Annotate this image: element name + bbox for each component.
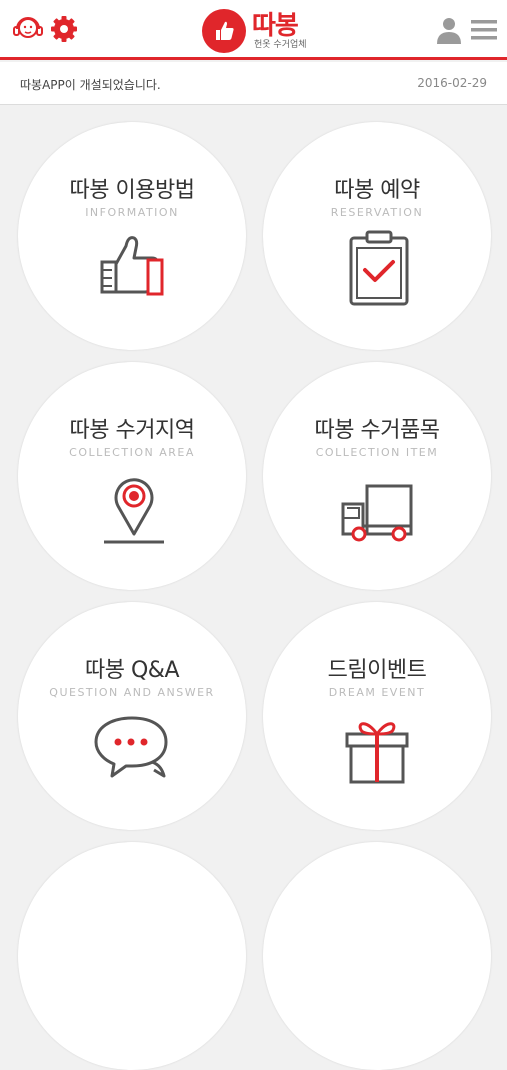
thumbs-up-logo-icon — [202, 9, 246, 53]
menu-title: 드림이벤트 — [327, 658, 427, 683]
hamburger-menu-icon[interactable] — [467, 10, 507, 50]
menu-title: 따봉 이용방법 — [69, 178, 195, 203]
menu-subtitle: COLLECTION AREA — [69, 446, 195, 459]
menu-qna[interactable]: 따봉 Q&A QUESTION AND ANSWER — [18, 602, 246, 830]
menu-item-partial[interactable] — [18, 842, 246, 1070]
menu-title: 따봉 수거품목 — [314, 418, 440, 443]
menu-subtitle: COLLECTION ITEM — [315, 446, 439, 459]
gear-icon[interactable] — [48, 10, 88, 50]
menu-subtitle: DREAM EVENT — [328, 686, 426, 699]
map-pin-icon — [92, 466, 172, 546]
chat-bubble-icon — [92, 706, 172, 786]
truck-icon — [337, 466, 417, 546]
menu-reservation[interactable]: 따봉 예약 RESERVATION — [263, 122, 491, 350]
thumbs-up-icon — [92, 226, 172, 306]
menu-subtitle: INFORMATION — [85, 206, 179, 219]
user-icon[interactable] — [431, 10, 471, 50]
menu-item-partial[interactable] — [263, 842, 491, 1070]
menu-subtitle: RESERVATION — [330, 206, 424, 219]
menu-collection-item[interactable]: 따봉 수거품목 COLLECTION ITEM — [263, 362, 491, 590]
menu-information[interactable]: 따봉 이용방법 INFORMATION — [18, 122, 246, 350]
app-header: 따봉 헌옷 수거업체 — [0, 0, 507, 60]
clipboard-check-icon — [337, 226, 417, 306]
gift-icon — [337, 706, 417, 786]
headset-icon[interactable] — [10, 10, 50, 50]
app-logo[interactable]: 따봉 헌옷 수거업체 — [202, 8, 307, 54]
menu-title: 따봉 수거지역 — [69, 418, 195, 443]
menu-dream-event[interactable]: 드림이벤트 DREAM EVENT — [263, 602, 491, 830]
menu-title: 따봉 Q&A — [85, 658, 180, 683]
logo-title: 따봉 — [252, 10, 299, 41]
menu-title: 따봉 예약 — [334, 178, 420, 203]
logo-subtitle: 헌옷 수거업체 — [254, 39, 307, 50]
notice-date: 2016-02-29 — [417, 76, 487, 90]
menu-subtitle: QUESTION AND ANSWER — [49, 686, 215, 699]
notice-text[interactable]: 따봉APP이 개설되었습니다. — [20, 76, 161, 93]
menu-collection-area[interactable]: 따봉 수거지역 COLLECTION AREA — [18, 362, 246, 590]
notice-bar[interactable]: 따봉APP이 개설되었습니다. 2016-02-29 — [0, 62, 507, 105]
